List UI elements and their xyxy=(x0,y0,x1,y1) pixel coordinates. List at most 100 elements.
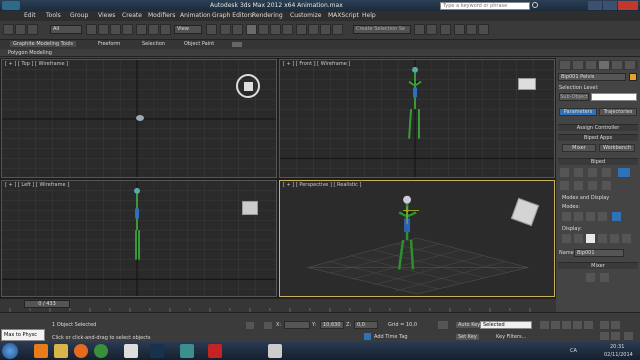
chrome-icon[interactable] xyxy=(94,344,108,358)
time-slider-thumb[interactable]: 0 / 433 xyxy=(24,300,70,308)
language-indicator[interactable]: CA xyxy=(570,348,577,354)
menu-animation[interactable]: Animation xyxy=(180,12,211,19)
x-coordinate-field[interactable] xyxy=(284,321,310,329)
rectangular-selection-icon[interactable] xyxy=(110,24,121,35)
assign-controller-rollout[interactable]: Assign Controller xyxy=(558,124,638,131)
objects-display-icon[interactable] xyxy=(562,234,571,243)
biped-rollout[interactable]: Biped xyxy=(558,158,638,165)
pan-icon[interactable] xyxy=(600,332,609,340)
time-tag-icon[interactable] xyxy=(364,333,371,340)
search-input[interactable]: Type a keyword or phrase xyxy=(440,2,530,10)
close-button[interactable] xyxy=(618,1,638,10)
mixer-load-icon[interactable] xyxy=(586,273,595,282)
viewport-label-left[interactable]: [ + ] [ Left ] [ Wireframe ] xyxy=(5,182,69,188)
biped-apps-rollout[interactable]: Biped Apps xyxy=(558,134,638,141)
menu-graph-editors[interactable]: Graph Editors xyxy=(212,12,253,19)
key-mode-icon[interactable] xyxy=(438,321,448,329)
absolute-mode-icon[interactable] xyxy=(264,322,272,329)
key-filters-button[interactable]: Key Filters... xyxy=(496,334,526,340)
viewport-label-front[interactable]: [ + ] [ Front ] [ Wireframe ] xyxy=(283,61,350,67)
menu-customize[interactable]: Customize xyxy=(290,12,322,19)
move-icon[interactable] xyxy=(136,24,147,35)
render-setup-icon[interactable] xyxy=(454,24,465,35)
maximize-viewport-icon[interactable] xyxy=(624,332,633,340)
sub-object-button[interactable]: Sub-Object xyxy=(559,93,589,101)
3dsmax-icon[interactable] xyxy=(180,344,194,358)
redo-icon[interactable] xyxy=(15,24,26,35)
y-coordinate-field[interactable]: 10,630 xyxy=(320,321,344,329)
scale-icon[interactable] xyxy=(160,24,171,35)
create-tab-icon[interactable] xyxy=(560,61,570,69)
utilities-tab-icon[interactable] xyxy=(625,61,635,69)
acrobat-icon[interactable] xyxy=(208,344,222,358)
viewport-top[interactable]: [ + ] [ Top ] [ Wireframe ] xyxy=(1,59,277,178)
tab-object-paint[interactable]: Object Paint xyxy=(184,41,214,47)
material-editor-icon[interactable] xyxy=(440,24,451,35)
menu-edit[interactable]: Edit xyxy=(24,12,36,19)
menu-group[interactable]: Group xyxy=(70,12,88,19)
percent-snap-icon[interactable] xyxy=(270,24,281,35)
mixer-mode-icon[interactable] xyxy=(602,168,611,177)
viewport-label-top[interactable]: [ + ] [ Top ] [ Wireframe ] xyxy=(5,61,68,67)
mixer-save-icon[interactable] xyxy=(600,273,609,282)
orbit-icon[interactable] xyxy=(611,332,620,340)
tab-freeform[interactable]: Freeform xyxy=(98,41,120,47)
go-to-start-icon[interactable] xyxy=(540,321,549,329)
layer-icon[interactable] xyxy=(332,24,343,35)
auto-key-button[interactable]: Auto Key xyxy=(456,322,483,328)
convert-icon[interactable] xyxy=(588,181,597,190)
unity-2-icon[interactable] xyxy=(268,344,282,358)
viewport-label-perspective[interactable]: [ + ] [ Perspective ] [ Realistic ] xyxy=(283,182,361,188)
search-icon[interactable] xyxy=(532,2,538,8)
viewcube-icon[interactable] xyxy=(242,201,258,215)
trajectory-display-icon[interactable] xyxy=(586,234,595,243)
scale-stride-icon[interactable] xyxy=(598,212,607,221)
vlc-icon[interactable] xyxy=(34,344,48,358)
named-selection-dropdown[interactable]: Create Selection Se xyxy=(353,25,411,34)
quick-access-toolbar[interactable] xyxy=(24,2,144,9)
modify-tab-icon[interactable] xyxy=(573,61,583,69)
in-place-mode-icon[interactable] xyxy=(612,212,621,221)
previous-frame-icon[interactable] xyxy=(551,321,560,329)
edit-named-selection-icon[interactable] xyxy=(296,24,307,35)
modes-display-rollout[interactable]: Modes and Display xyxy=(558,195,638,202)
next-frame-icon[interactable] xyxy=(573,321,582,329)
buffer-mode-icon[interactable] xyxy=(562,212,571,221)
menu-modifiers[interactable]: Modifiers xyxy=(148,12,175,19)
footsteps-display-icon[interactable] xyxy=(598,234,607,243)
unity-icon[interactable] xyxy=(124,344,138,358)
menu-create[interactable]: Create xyxy=(122,12,142,19)
menu-maxscript[interactable]: MAXScript xyxy=(328,12,359,19)
display-tab-icon[interactable] xyxy=(612,61,622,69)
sub-object-list[interactable] xyxy=(591,93,637,101)
zoom-all-icon[interactable] xyxy=(611,321,620,329)
mixer-rollout[interactable]: Mixer xyxy=(558,262,638,269)
add-time-tag[interactable]: Add Time Tag xyxy=(374,334,408,340)
spinner-snap-icon[interactable] xyxy=(282,24,293,35)
z-coordinate-field[interactable]: 0,0 xyxy=(354,321,378,329)
render-icon[interactable] xyxy=(478,24,489,35)
motion-tab-icon[interactable] xyxy=(599,61,609,69)
select-manipulate-icon[interactable] xyxy=(220,24,231,35)
ribbon-toggle-icon[interactable] xyxy=(232,42,242,47)
object-name-field[interactable]: Bip001 Pelvis xyxy=(558,73,626,81)
viewport-front[interactable]: [ + ] [ Front ] [ Wireframe ] xyxy=(279,59,555,178)
menu-tools[interactable]: Tools xyxy=(46,12,61,19)
align-icon[interactable] xyxy=(320,24,331,35)
menu-rendering[interactable]: Rendering xyxy=(252,12,283,19)
app-icon[interactable] xyxy=(2,1,20,10)
mixer-button[interactable]: Mixer xyxy=(562,144,596,152)
undo-icon[interactable] xyxy=(3,24,14,35)
zoom-icon[interactable] xyxy=(600,321,609,329)
time-slider[interactable]: 0 / 433 xyxy=(0,298,556,313)
viewport-left[interactable]: [ + ] [ Left ] [ Wireframe ] xyxy=(1,180,277,297)
biped-playback-icon[interactable] xyxy=(618,168,630,177)
firefox-icon[interactable] xyxy=(74,344,88,358)
explorer-icon[interactable] xyxy=(54,344,68,358)
clock-date[interactable]: 02/11/2014 xyxy=(604,352,633,358)
load-file-icon[interactable] xyxy=(560,181,569,190)
key-set-dropdown[interactable]: Selected xyxy=(480,321,532,329)
tab-trajectories[interactable]: Trajectories xyxy=(599,108,637,116)
start-button[interactable] xyxy=(2,343,18,359)
maxscript-listener[interactable]: Max to Physc xyxy=(1,329,45,341)
